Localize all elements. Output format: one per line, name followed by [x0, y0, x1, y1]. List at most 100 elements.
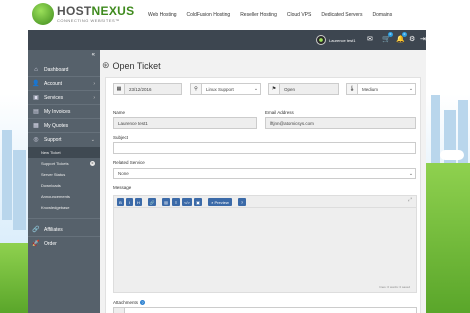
- chevron-right-icon: ›: [93, 80, 95, 87]
- sidebar-item-label: My Invoices: [44, 108, 71, 115]
- sidebar-sub-new-ticket[interactable]: New Ticket: [28, 147, 100, 158]
- sidebar-sub-knowledgebase[interactable]: Knowledgebase: [28, 202, 100, 213]
- sidebar-item-label: Services: [44, 94, 64, 101]
- sidebar-item-my-invoices[interactable]: ▤ My Invoices: [28, 105, 100, 118]
- bell-icon[interactable]: 🔔: [396, 36, 405, 43]
- nav-domains[interactable]: Domains: [372, 12, 392, 18]
- sidebar-sub-server-status[interactable]: Server Status: [28, 169, 100, 180]
- sidebar-item-label: Support: [44, 136, 62, 143]
- sidebar-item-account[interactable]: 👤 Account ›: [28, 77, 100, 90]
- page-title: ⊛ Open Ticket: [102, 60, 161, 71]
- map-marker-icon: ⚲: [191, 84, 202, 94]
- name-field: Laurence test1: [113, 117, 257, 129]
- sidebar-item-label: Dashboard: [44, 66, 69, 73]
- preview-button[interactable]: ⌕ Preview: [208, 198, 232, 206]
- sidebar-sub-support-tickets[interactable]: Support Tickets 0: [28, 158, 100, 169]
- user-menu[interactable]: Laurence test1: [316, 35, 355, 45]
- paperclip-icon: [114, 308, 125, 313]
- link-icon: 🔗: [32, 227, 40, 233]
- sidebar: « ⌂ Dashboard 👤 Account › ▣ Services › ▤…: [28, 50, 100, 313]
- help-button[interactable]: ?: [238, 198, 246, 206]
- cube-icon: ▣: [33, 95, 39, 101]
- link-button[interactable]: 🔗: [148, 198, 156, 206]
- ordered-list-button[interactable]: ≡: [172, 198, 180, 206]
- editor-toolbar: B I H 🔗 ▤ ≡ </> ▣ ⌕ Preview ? ⤢: [113, 195, 417, 207]
- logo-tagline: CONNECTING WEBSITES™: [57, 18, 120, 23]
- sidebar-sub-downloads[interactable]: Downloads: [28, 180, 100, 191]
- italic-button[interactable]: I: [126, 198, 133, 206]
- sidebar-item-my-quotes[interactable]: ▦ My Quotes: [28, 119, 100, 132]
- chevron-down-icon: ⌄: [408, 86, 414, 92]
- heading-button[interactable]: H: [135, 198, 142, 206]
- sidebar-item-label: My Quotes: [44, 122, 69, 129]
- sidebar-item-affiliates[interactable]: 🔗 Affiliates: [28, 223, 100, 236]
- subject-label: Subject: [113, 135, 129, 140]
- related-service-select[interactable]: None ⌄: [113, 168, 416, 179]
- grass-right: [424, 163, 470, 313]
- invoice-icon: ▤: [33, 109, 39, 115]
- user-icon: 👤: [32, 81, 40, 87]
- grass-left: [0, 243, 28, 313]
- nav-reseller-hosting[interactable]: Reseller Hosting: [240, 12, 277, 18]
- cart-badge: 0: [388, 32, 393, 37]
- status-field: ⚑ Open: [268, 83, 339, 95]
- avatar: [316, 35, 326, 45]
- logout-icon[interactable]: ⇥: [420, 36, 426, 43]
- site-header: HOSTNEXUS CONNECTING WEBSITES™ Web Hosti…: [28, 0, 426, 30]
- envelope-icon[interactable]: ✉: [367, 36, 373, 43]
- chevron-down-icon: ⌄: [408, 170, 414, 177]
- nav-coldfusion-hosting[interactable]: ColdFusion Hosting: [187, 12, 231, 18]
- nav-cloud-vps[interactable]: Cloud VPS: [287, 12, 311, 18]
- logo-mark-icon: [32, 3, 54, 25]
- rocket-icon: 🚀: [32, 241, 40, 247]
- calendar-icon: ▦: [114, 84, 125, 94]
- table-button[interactable]: ▣: [194, 198, 202, 206]
- unordered-list-button[interactable]: ▤: [162, 198, 170, 206]
- home-icon: ⌂: [34, 66, 38, 73]
- divider: [28, 218, 100, 219]
- sidebar-item-services[interactable]: ▣ Services ›: [28, 91, 100, 104]
- chevron-down-icon: ⌄: [253, 86, 259, 92]
- double-chevron-left-icon[interactable]: «: [92, 52, 95, 58]
- nav-web-hosting[interactable]: Web Hosting: [148, 12, 177, 18]
- cloud: [440, 150, 464, 160]
- user-name: Laurence test1: [329, 37, 356, 43]
- priority-select[interactable]: 🌡 Medium ⌄: [346, 83, 416, 95]
- subject-input[interactable]: [113, 142, 416, 154]
- chevron-right-icon: ›: [93, 94, 95, 101]
- chevron-down-icon: ⌄: [90, 136, 95, 143]
- search-icon: ⌕: [211, 199, 214, 205]
- department-select[interactable]: ⚲ Linux Support ⌄: [190, 83, 261, 95]
- message-textarea[interactable]: lines: 0 words: 0 saved: [113, 207, 417, 293]
- sidebar-item-order[interactable]: 🚀 Order: [28, 237, 100, 250]
- nav-dedicated-servers[interactable]: Dedicated Servers: [321, 12, 362, 18]
- sidebar-item-dashboard[interactable]: ⌂ Dashboard: [28, 63, 100, 76]
- user-gear-icon[interactable]: ⚙: [409, 36, 415, 43]
- email-field: lftjnn@atomicsys.com: [265, 117, 416, 129]
- expand-icon[interactable]: ⤢: [408, 197, 412, 203]
- building-left-1: [2, 130, 12, 220]
- sidebar-item-label: Order: [44, 240, 57, 247]
- sidebar-sub-label: Support Tickets: [41, 161, 69, 166]
- help-icon[interactable]: ?: [140, 300, 146, 305]
- sidebar-item-label: Affiliates: [44, 226, 63, 233]
- sidebar-sub-announcements[interactable]: Announcements: [28, 191, 100, 202]
- building-left-2: [13, 150, 26, 230]
- attachment-input[interactable]: [113, 307, 417, 313]
- quote-icon: ▦: [33, 123, 39, 129]
- code-button[interactable]: </>: [182, 198, 192, 206]
- sidebar-item-support[interactable]: ◎ Support ⌄: [28, 133, 100, 146]
- bold-button[interactable]: B: [117, 198, 124, 206]
- related-service-label: Related Service: [113, 160, 145, 165]
- thermometer-icon: 🌡: [347, 84, 358, 94]
- attachments-label: Attachments ?: [113, 300, 146, 305]
- support-icon: ◎: [33, 137, 39, 143]
- account-bar: Laurence test1 ✉ 🛒 0 🔔 0 ⚙ ⇥: [28, 30, 426, 50]
- logo[interactable]: HOSTNEXUS CONNECTING WEBSITES™: [32, 3, 134, 25]
- flag-icon: ⚑: [269, 84, 280, 94]
- top-nav: Web Hosting ColdFusion Hosting Reseller …: [148, 12, 402, 18]
- tickets-badge: 0: [90, 161, 95, 166]
- notification-badge: 0: [402, 32, 407, 37]
- logo-wordmark: HOSTNEXUS: [57, 4, 135, 18]
- cart-icon[interactable]: 🛒: [382, 36, 391, 43]
